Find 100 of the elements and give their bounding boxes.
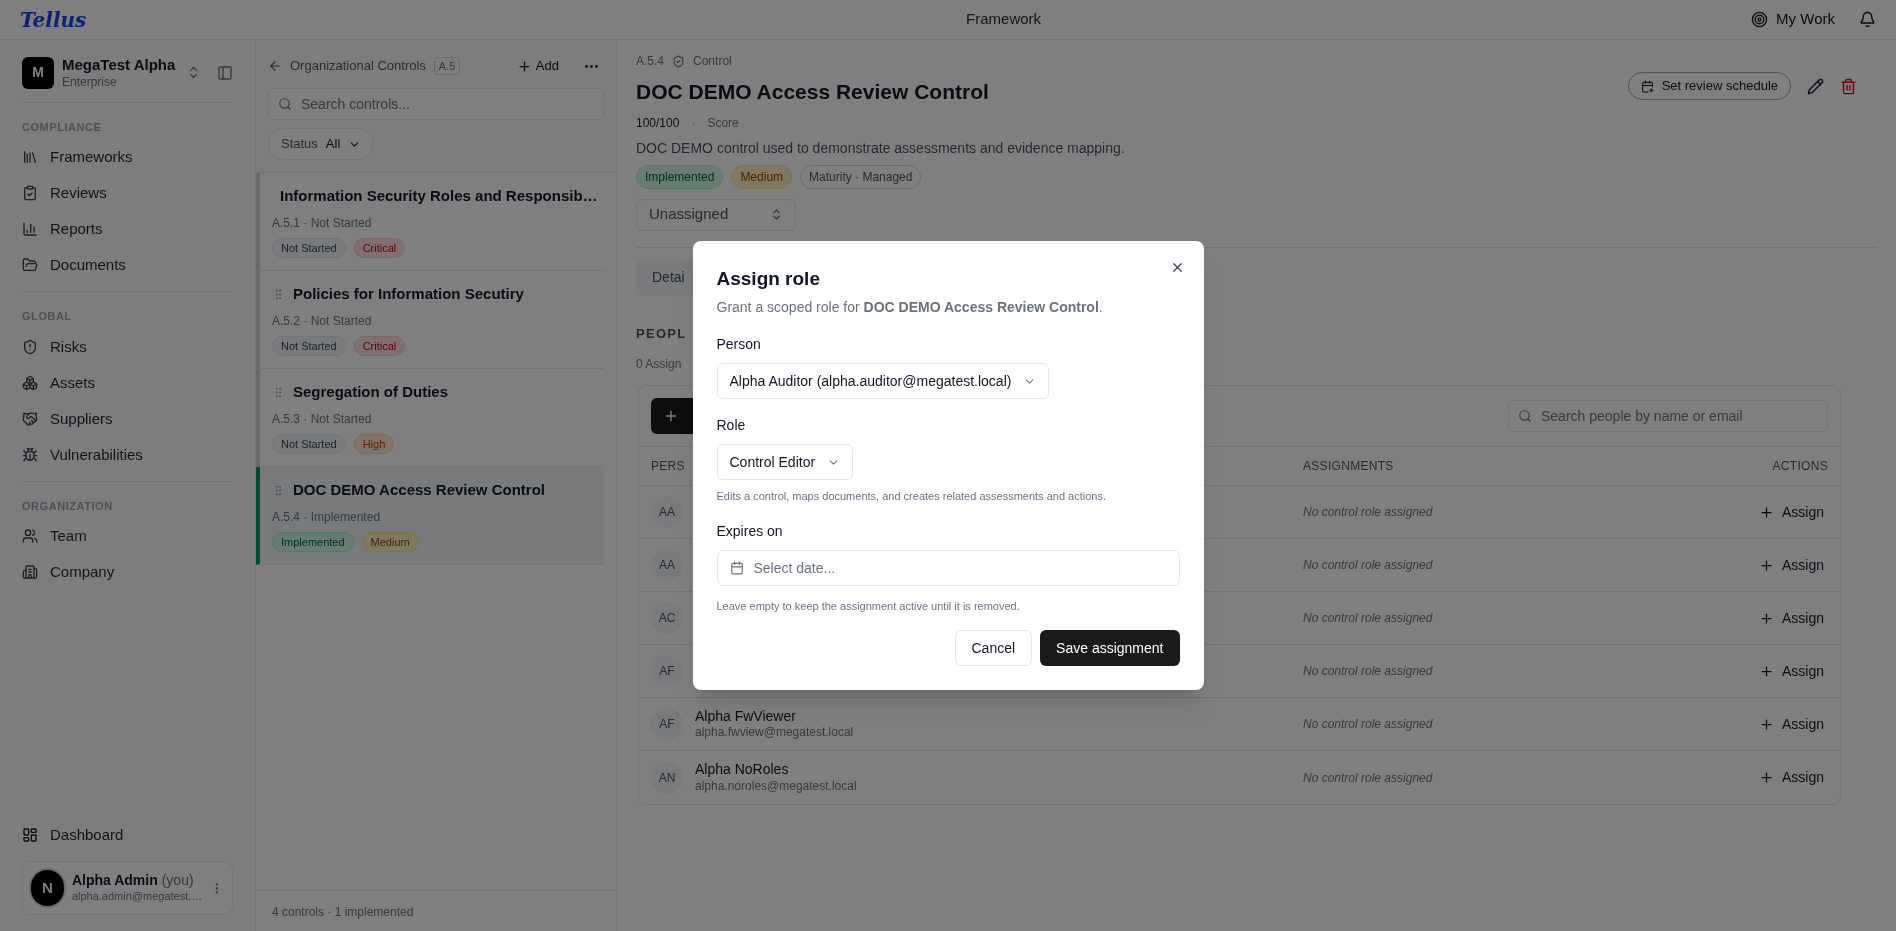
owner-select[interactable]: Unassigned (636, 198, 796, 231)
org-name[interactable]: MegaTest Alpha (62, 56, 178, 75)
control-item[interactable]: Information Security Roles and Responsib… A.5.1 · Not Started Not Started Critical (256, 173, 604, 271)
nav-item[interactable]: Reports (50, 218, 103, 241)
nav-item[interactable]: Team (50, 525, 87, 548)
nav-item[interactable]: Suppliers (50, 407, 113, 430)
cancel-button[interactable]: Cancel (954, 630, 1033, 667)
status-badge: Not Started (272, 433, 346, 454)
person-select[interactable]: Alpha Auditor (alpha.auditor@megatest.local) (716, 363, 1050, 400)
person-name: Alpha NoRoles (695, 761, 790, 779)
assign-button[interactable]: Assign (1758, 554, 1824, 576)
status-badge: Critical (353, 335, 406, 356)
status-badge: Critical (353, 237, 406, 258)
control-title: Segregation of Duties (293, 382, 449, 402)
nav-item[interactable]: Assets (50, 371, 95, 394)
org-avatar: M (22, 56, 54, 89)
assign-button[interactable]: Assign (1758, 713, 1824, 735)
plus-icon (1758, 557, 1774, 573)
status-filter[interactable]: Status All (268, 128, 375, 160)
plus-icon (663, 408, 679, 424)
clipboard-icon (22, 185, 38, 202)
person-avatar: AN (651, 761, 683, 794)
nav-item[interactable]: Reviews (50, 182, 107, 205)
person-avatar: AC (651, 602, 683, 634)
search-field[interactable]: Search controls... (268, 88, 604, 120)
tab[interactable]: Detai (652, 267, 685, 288)
column-header: ACTIONS (1772, 458, 1828, 475)
status-badge: Not Started (272, 237, 346, 258)
folder-icon (22, 257, 38, 274)
user-email: alpha.admin@megatest.… (71, 889, 203, 904)
plus-icon (516, 58, 532, 74)
nav-item[interactable]: Vulnerabilities (50, 443, 143, 466)
status-badge: Medium (361, 531, 419, 552)
assign-button[interactable]: Assign (1758, 607, 1824, 629)
role-select[interactable]: Control Editor (716, 444, 854, 481)
person-avatar: AA (651, 549, 683, 581)
dialog-title: Assign role (716, 266, 821, 291)
back-link[interactable]: Organizational Controls (290, 56, 426, 76)
user-card[interactable]: N Alpha Admin (you) alpha.admin@megatest.… (22, 861, 233, 915)
field-label: Person (716, 335, 762, 355)
users-icon (22, 528, 38, 545)
control-meta: A.5.4 · Implemented (272, 508, 382, 526)
person-avatar: AF (651, 655, 683, 687)
expires-help-text: Leave empty to keep the assignment active until it is removed. (716, 598, 1021, 614)
date-field[interactable]: Select date... (716, 549, 1180, 586)
assignment-text: No control role assigned (1303, 504, 1434, 521)
assign-button[interactable]: Assign (1758, 501, 1824, 523)
controls-summary: 4 controls · 1 implemented (272, 905, 414, 919)
assignment-text: No control role assigned (1303, 663, 1434, 680)
dialog-description: Grant a scoped role for DOC DEMO Access Review Control. (716, 298, 1104, 318)
status-badge: High (353, 433, 395, 454)
status-badge: Not Started (272, 335, 346, 356)
user-name: Alpha Admin (71, 872, 158, 890)
nav-item[interactable]: Company (50, 561, 115, 584)
bug-icon (22, 446, 38, 463)
column-header: ASSIGNMENTS (1303, 459, 1394, 473)
assignment-text: No control role assigned (1303, 716, 1434, 733)
assign-button[interactable]: Assign (1758, 767, 1824, 788)
control-title: DOC DEMO Access Review Control (293, 480, 545, 500)
person-email: alpha.noroles@megatest.local (695, 778, 857, 794)
calendar-icon (729, 560, 744, 575)
control-meta: A.5.2 · Not Started (272, 312, 373, 330)
control-item[interactable]: DOC DEMO Access Review Control A.5.4 · Implemented Implemented Medium (256, 467, 604, 565)
control-title: Policies for Information Secutiry (293, 284, 524, 304)
column-header: PERS (651, 459, 685, 473)
nav-item[interactable]: Frameworks (50, 146, 133, 169)
nav-item[interactable]: Risks (50, 335, 87, 358)
delete-icon[interactable] (1840, 77, 1857, 95)
control-item[interactable]: Policies for Information Secutiry A.5.2 · Not Started Not Started Critical (256, 271, 604, 369)
you-label: (you) (161, 872, 194, 890)
control-meta: A.5.1 · Not Started (272, 214, 373, 232)
add-button[interactable]: Add (516, 56, 559, 76)
building-icon (22, 564, 38, 581)
user-avatar: N (31, 870, 64, 906)
chevrons-icon (770, 208, 783, 221)
page-title: Framework (965, 9, 1043, 30)
notifications-icon[interactable] (1859, 11, 1876, 28)
logo[interactable]: Tellus (20, 4, 256, 35)
control-meta: A.5.3 · Not Started (272, 410, 373, 428)
calendar-icon (1640, 79, 1654, 93)
status-badge: Maturity · Managed (800, 164, 922, 189)
score-label: Score (707, 114, 739, 132)
person-email: alpha.fwview@megatest.local (695, 725, 854, 741)
assign-button[interactable]: Assign (1758, 660, 1824, 682)
library-icon (22, 149, 38, 166)
org-plan: Enterprise (62, 74, 118, 90)
shield-icon (672, 54, 686, 68)
assignment-text: No control role assigned (1303, 769, 1434, 787)
back-icon[interactable] (268, 59, 282, 73)
collapse-sidebar-icon[interactable] (217, 64, 233, 81)
plus-icon (1758, 504, 1774, 520)
edit-icon[interactable] (1807, 77, 1824, 95)
my-work-button[interactable]: My Work (1751, 8, 1835, 31)
search-field[interactable]: Search people by name or email (1508, 400, 1828, 432)
handshake-icon (22, 410, 38, 427)
save-button[interactable]: Save assignment (1040, 630, 1180, 667)
target-icon (1751, 11, 1769, 28)
nav-item[interactable]: Dashboard (50, 823, 124, 847)
nav-item[interactable]: Documents (50, 254, 126, 277)
control-title: DOC DEMO Access Review Control (636, 79, 990, 105)
